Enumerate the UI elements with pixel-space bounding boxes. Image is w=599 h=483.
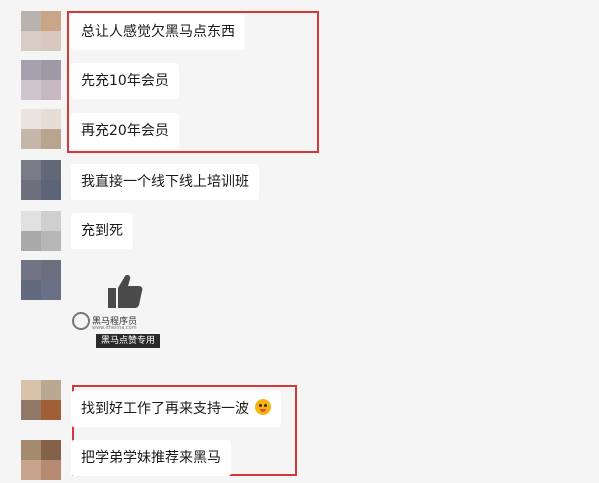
- sticker-message[interactable]: 黑马程序员 www.itheima.com 黑马点赞专用: [70, 272, 170, 352]
- message-bubble[interactable]: 再充20年会员: [71, 113, 179, 149]
- message-text: 把学弟学妹推荐来黑马: [81, 450, 221, 466]
- avatar[interactable]: [21, 160, 61, 200]
- thumbs-up-icon: [108, 275, 143, 308]
- sticker-tag: 黑马点赞专用: [96, 334, 161, 348]
- message-bubble[interactable]: 把学弟学妹推荐来黑马: [71, 440, 231, 476]
- avatar[interactable]: [21, 60, 61, 100]
- brand-logo-url: www.itheima.com: [92, 325, 137, 331]
- message-text: 充到死: [81, 223, 123, 239]
- message-text: 找到好工作了再来支持一波: [81, 401, 249, 417]
- message-text: 我直接一个线下线上培训班: [81, 174, 249, 190]
- avatar[interactable]: [21, 440, 61, 480]
- message-text: 再充20年会员: [81, 123, 169, 139]
- avatar[interactable]: [21, 380, 61, 420]
- avatar[interactable]: [21, 11, 61, 51]
- avatar[interactable]: [21, 211, 61, 251]
- message-text: 总让人感觉欠黑马点东西: [81, 24, 235, 40]
- avatar[interactable]: [21, 260, 61, 300]
- message-bubble[interactable]: 总让人感觉欠黑马点东西: [71, 14, 245, 50]
- avatar[interactable]: [21, 109, 61, 149]
- grinning-face-emoji-icon: [255, 399, 272, 415]
- message-bubble[interactable]: 充到死: [71, 213, 133, 249]
- message-bubble[interactable]: 先充10年会员: [71, 63, 179, 99]
- message-bubble[interactable]: 找到好工作了再来支持一波: [71, 391, 282, 427]
- brand-logo-icon: [72, 312, 90, 330]
- message-bubble[interactable]: 我直接一个线下线上培训班: [71, 164, 259, 200]
- message-text: 先充10年会员: [81, 73, 169, 89]
